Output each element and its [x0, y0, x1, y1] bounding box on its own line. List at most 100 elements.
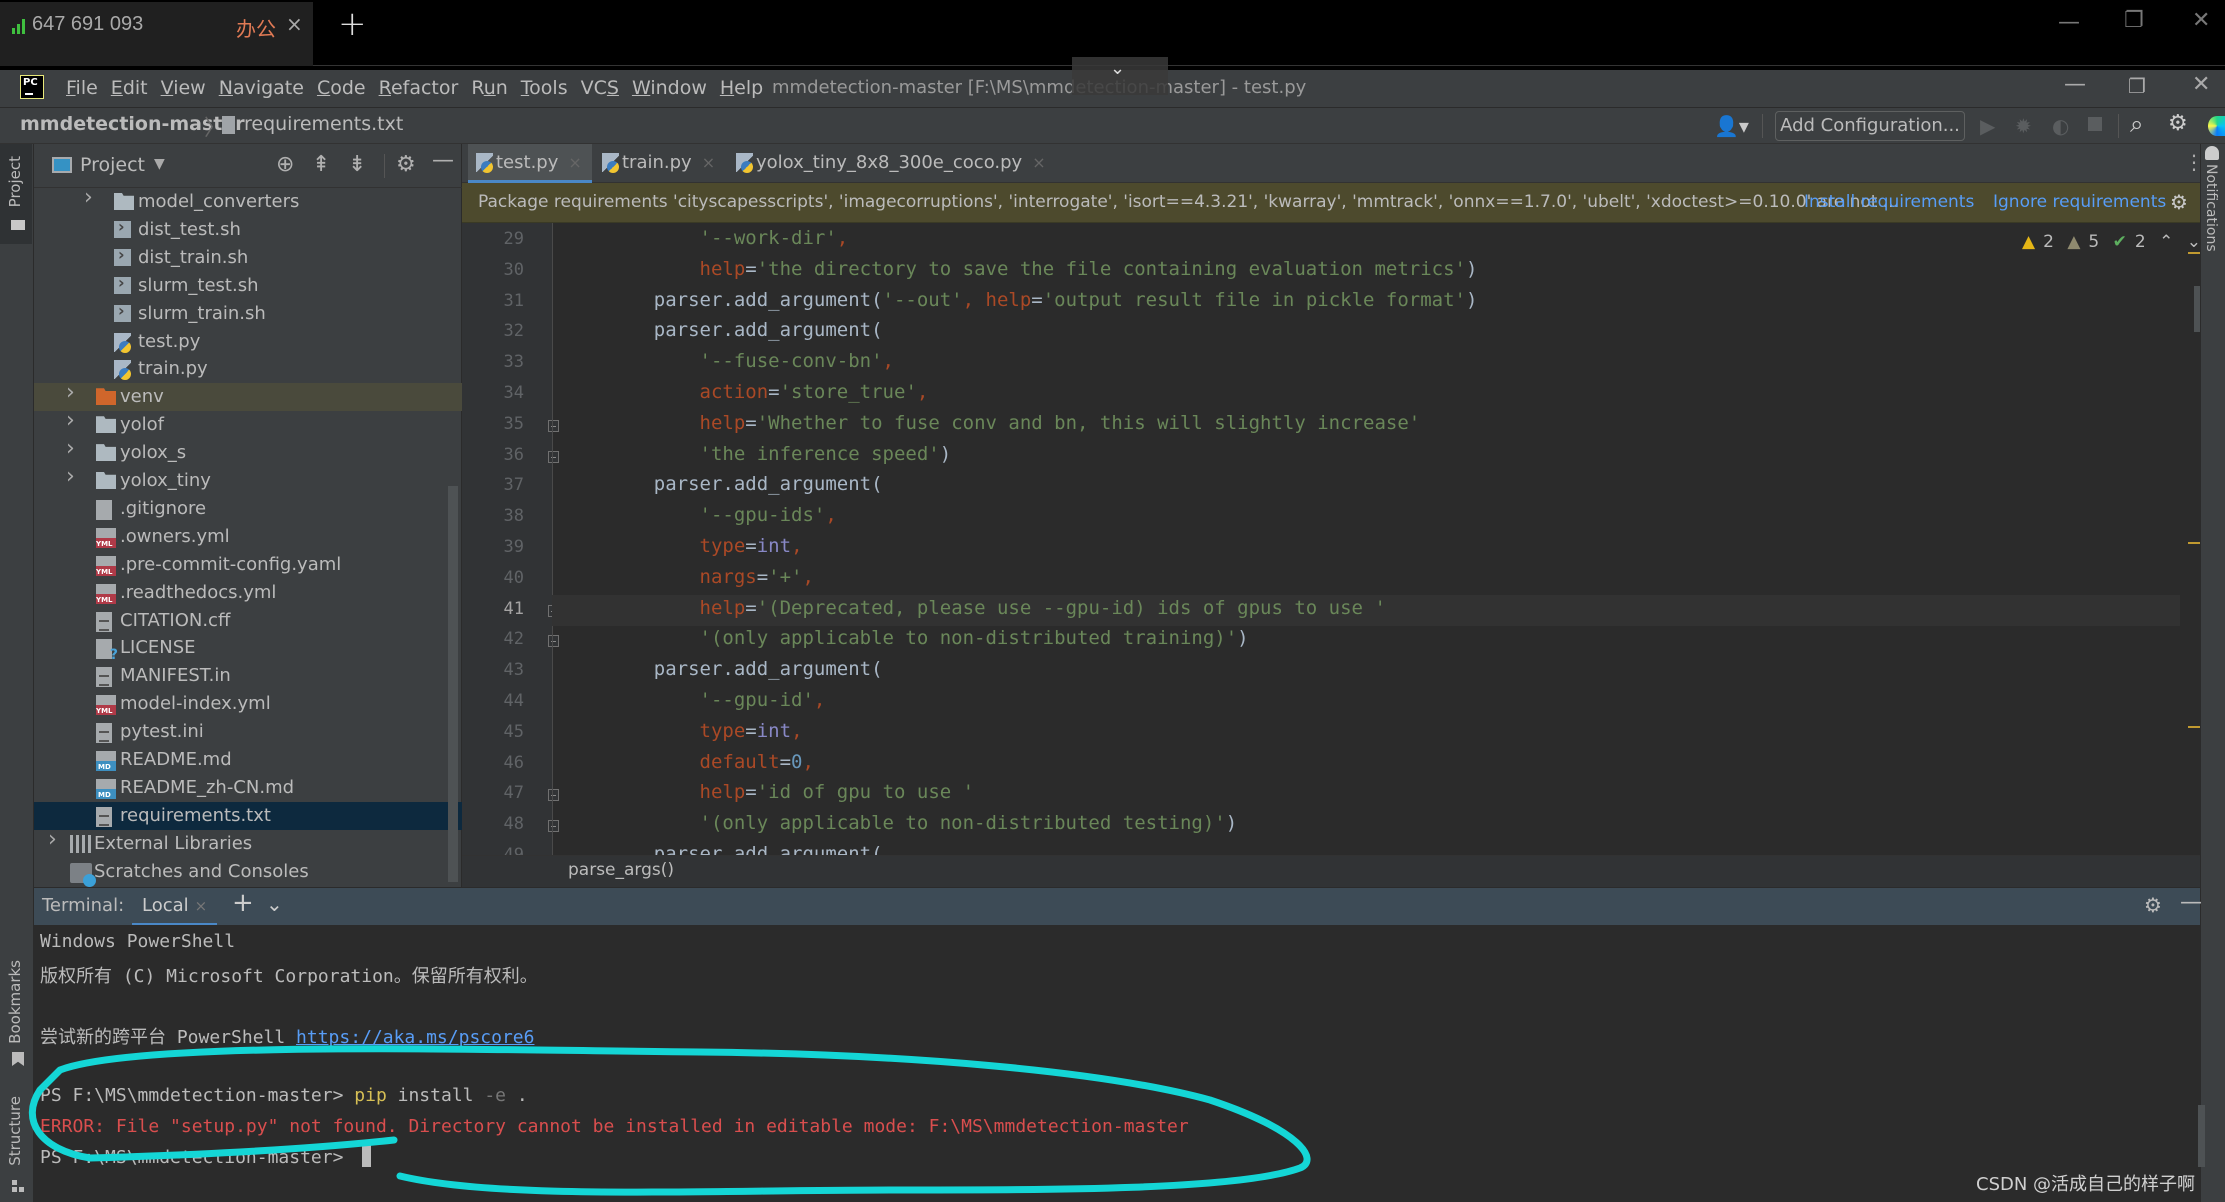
menu-navigate[interactable]: Navigate	[219, 74, 304, 102]
structure-tool-label[interactable]: Structure	[6, 1096, 24, 1166]
menu-vcs[interactable]: VCS	[581, 74, 619, 102]
hide-panel-icon[interactable]: —	[432, 148, 454, 173]
browser-tab[interactable]: 647 691 093 办公 ×	[0, 2, 313, 66]
tree-item[interactable]: dist_test.sh	[34, 216, 462, 244]
tree-item[interactable]: .readthedocs.yml	[34, 579, 462, 607]
chevron-down-icon[interactable]: ⌄	[266, 892, 283, 916]
fold-marker-icon[interactable]	[548, 450, 559, 463]
tree-item[interactable]: pytest.ini	[34, 718, 462, 746]
search-icon[interactable]: ⌕	[2130, 110, 2143, 138]
menu-code[interactable]: Code	[317, 74, 366, 102]
menu-tools[interactable]: Tools	[521, 74, 568, 102]
editor-tab[interactable]: train.py ×	[594, 144, 725, 183]
add-configuration-button[interactable]: Add Configuration...	[1775, 111, 1965, 141]
bookmarks-tool-label[interactable]: Bookmarks	[6, 960, 24, 1044]
close-icon[interactable]: ×	[1032, 153, 1045, 172]
tree-item[interactable]: README_zh-CN.md	[34, 774, 462, 802]
terminal-scrollbar[interactable]	[2198, 1105, 2205, 1167]
close-icon[interactable]: ×	[568, 153, 581, 172]
browser-minimize-button[interactable]: —	[2058, 10, 2080, 35]
install-requirements-link[interactable]: Install requirements	[1804, 183, 1974, 221]
tree-item[interactable]: README.md	[34, 746, 462, 774]
tree-item[interactable]: model-index.yml	[34, 690, 462, 718]
terminal-link[interactable]: https://aka.ms/pscore6	[296, 1027, 534, 1048]
chevron-right-icon[interactable]: ›	[48, 827, 57, 852]
fold-marker-icon[interactable]	[548, 635, 559, 648]
chevron-right-icon[interactable]: ›	[84, 185, 93, 210]
tree-item[interactable]: slurm_train.sh	[34, 300, 462, 328]
close-icon[interactable]: ×	[195, 897, 208, 915]
tree-item[interactable]: › model_converters	[34, 185, 462, 216]
terminal-output[interactable]: Windows PowerShell 版权所有 (C) Microsoft Cor…	[34, 925, 2205, 1202]
tree-item[interactable]: MANIFEST.in	[34, 662, 462, 690]
tree-item[interactable]: .pre-commit-config.yaml	[34, 551, 462, 579]
tree-item[interactable]: › yolof	[34, 408, 462, 439]
ignore-requirements-link[interactable]: Ignore requirements	[1993, 183, 2166, 221]
menu-run[interactable]: Run	[471, 74, 507, 102]
close-icon[interactable]: ×	[702, 153, 715, 172]
stop-icon[interactable]	[2088, 117, 2102, 131]
terminal-tab-local[interactable]: Local ×	[132, 888, 218, 926]
close-tab-icon[interactable]: ×	[286, 12, 303, 36]
tree-item[interactable]: › venv	[34, 380, 462, 412]
tree-item[interactable]: train.py	[34, 355, 462, 383]
ide-restore-button[interactable]: ❐	[2128, 74, 2146, 98]
browser-close-button[interactable]: ✕	[2192, 8, 2210, 33]
menu-help[interactable]: Help	[720, 74, 763, 102]
editor-tab[interactable]: test.py ×	[468, 144, 592, 183]
fold-marker-icon[interactable]	[548, 789, 559, 802]
tree-item[interactable]: .gitignore	[34, 495, 462, 523]
menu-refactor[interactable]: Refactor	[379, 74, 459, 102]
notifications-tool-label[interactable]: Notifications	[2203, 164, 2219, 252]
chevron-right-icon[interactable]: ›	[66, 408, 75, 433]
run-icon[interactable]: ▶	[1980, 114, 1995, 138]
ide-minimize-button[interactable]: —	[2064, 72, 2086, 97]
new-terminal-button[interactable]: +	[232, 888, 254, 918]
tree-item[interactable]: dist_train.sh	[34, 244, 462, 272]
project-scrollbar[interactable]	[448, 486, 458, 882]
tree-item[interactable]: › yolox_s	[34, 436, 462, 467]
jetbrains-toolbox-icon[interactable]	[2208, 116, 2225, 136]
locate-file-icon[interactable]: ⊕	[276, 152, 294, 177]
run-with-coverage-icon[interactable]: ◐	[2052, 114, 2069, 138]
expand-all-icon[interactable]: ⇞	[312, 152, 330, 177]
tree-item[interactable]: slurm_test.sh	[34, 272, 462, 300]
inspection-widget[interactable]: ▲ 2 ▲ 5 ✔ 2 ⌃ ⌄	[2022, 232, 2209, 252]
previous-highlight-icon[interactable]: ⌃	[2159, 232, 2173, 252]
tree-item[interactable]: .owners.yml	[34, 523, 462, 551]
menu-window[interactable]: Window	[632, 74, 707, 102]
chevron-right-icon[interactable]: ›	[66, 464, 75, 489]
new-tab-button[interactable]: +	[338, 4, 367, 44]
fold-marker-icon[interactable]	[548, 419, 559, 432]
chevron-right-icon[interactable]: ›	[66, 436, 75, 461]
fold-marker-icon[interactable]	[548, 820, 559, 833]
tree-item[interactable]: test.py	[34, 328, 462, 356]
chevron-right-icon[interactable]: ›	[66, 380, 75, 405]
tree-item[interactable]: CITATION.cff	[34, 607, 462, 635]
project-tool-label[interactable]: Project	[6, 156, 24, 207]
tree-item[interactable]: Scratches and Consoles	[34, 858, 462, 887]
gear-icon[interactable]: ⚙	[2170, 183, 2188, 221]
gear-icon[interactable]: ⚙	[2144, 893, 2162, 917]
collapse-all-icon[interactable]: ⇟	[348, 152, 366, 177]
user-icon[interactable]: 👤▾	[1714, 114, 1749, 138]
next-highlight-icon[interactable]: ⌄	[2187, 232, 2201, 252]
project-view-selector[interactable]: Project	[80, 154, 145, 176]
tree-item[interactable]: LICENSE	[34, 634, 462, 663]
tree-item[interactable]: › External Libraries	[34, 827, 462, 858]
tree-item[interactable]: requirements.txt	[34, 801, 462, 830]
gear-icon[interactable]: ⚙	[396, 152, 416, 177]
gear-icon[interactable]: ⚙	[2168, 111, 2188, 136]
dropdown-arrow-icon[interactable]: ▼	[154, 156, 165, 172]
hide-panel-icon[interactable]: —	[2180, 890, 2202, 915]
menu-file[interactable]: File	[66, 74, 98, 102]
menu-view[interactable]: View	[161, 74, 206, 102]
menu-edit[interactable]: Edit	[111, 74, 148, 102]
browser-restore-button[interactable]: ❐	[2124, 8, 2144, 33]
function-breadcrumb[interactable]: parse_args()	[568, 860, 674, 880]
ide-close-button[interactable]: ✕	[2192, 72, 2210, 97]
chevron-down-icon[interactable]: ⌄	[1110, 58, 1125, 79]
editor-tab[interactable]: yolox_tiny_8x8_300e_coco.py ×	[728, 144, 1056, 183]
tree-item[interactable]: › yolox_tiny	[34, 464, 462, 495]
breadcrumb-file[interactable]: requirements.txt	[244, 113, 403, 135]
